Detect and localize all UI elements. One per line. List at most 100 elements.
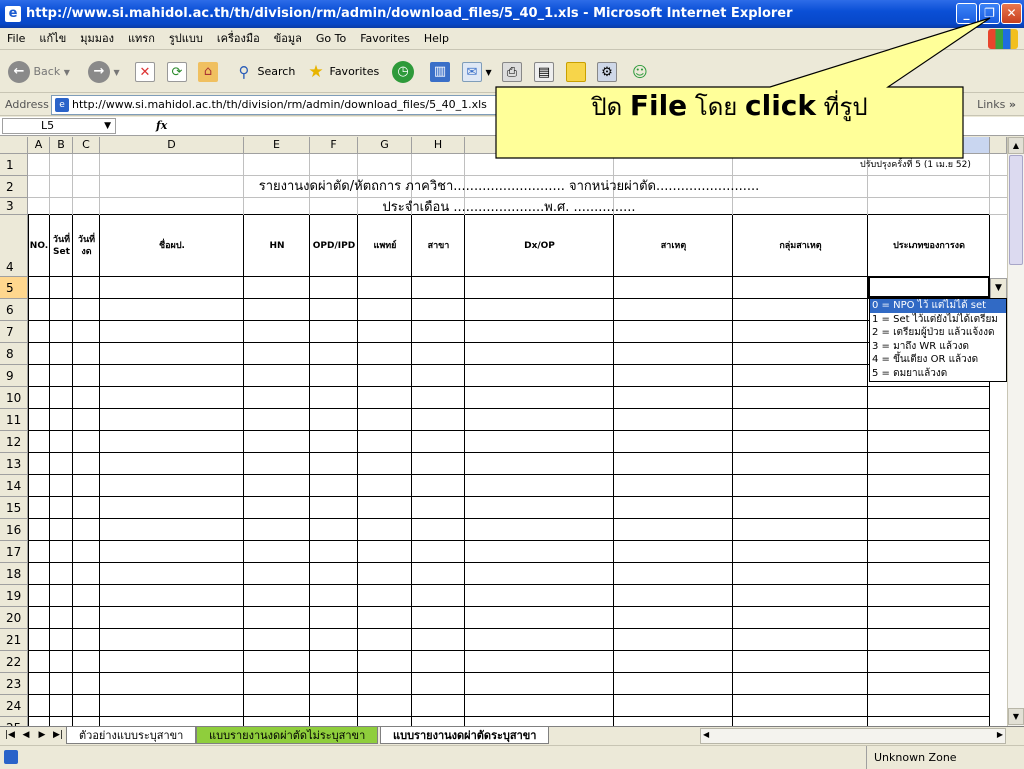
sheet-tab-with-branch[interactable]: แบบรายงานงดผ่าตัดระบุสาขา [380,727,550,744]
favorites-button[interactable]: ★ Favorites [306,59,379,85]
cancel-type-dropdown-list[interactable]: 0 = NPO ไว้ แต่ไม่ได้ set 1 = Set ไว้แต่ย… [869,298,1007,382]
dropdown-option[interactable]: 4 = ขึ้นเตียง OR แล้วงด [870,353,1006,367]
spreadsheet-grid[interactable]: ABCDEFGH 1 2 3 4 5 6 7 8 9 10 11 12 13 14 15 16 17 18 19 20… [0,137,1007,726]
row-header-14[interactable]: 14 [0,475,28,497]
sheet-tab-no-branch[interactable]: แบบรายงานงดผ่าตัดไม่ระบุสาขา [196,727,379,744]
column-header-h[interactable]: H [412,137,465,154]
row-header-7[interactable]: 7 [0,321,28,343]
column-header-c[interactable]: C [73,137,100,154]
menu-data[interactable]: ข้อมูล [267,28,309,50]
dropdown-option[interactable]: 5 = ดมยาแล้วงด [870,367,1006,381]
back-dropdown-icon[interactable]: ▼ [64,68,70,77]
menu-favorites[interactable]: Favorites [353,28,417,50]
column-header-e[interactable]: E [244,137,310,154]
scroll-down-icon[interactable]: ▼ [1008,708,1024,725]
row-header-2[interactable]: 2 [0,176,28,198]
row-header-9[interactable]: 9 [0,365,28,387]
scroll-right-icon[interactable]: ▶ [997,730,1003,739]
menu-file[interactable]: File [0,28,32,50]
function-icon[interactable]: fx [156,119,167,132]
row-header-4[interactable]: 4 [0,215,28,277]
menu-insert[interactable]: แทรก [121,28,162,50]
row-header-15[interactable]: 15 [0,497,28,519]
row-header-12[interactable]: 12 [0,431,28,453]
back-label: Back [33,65,61,78]
research-button[interactable]: ▥ [430,59,450,85]
row-header-23[interactable]: 23 [0,673,28,695]
header-doctor: แพทย์ [373,241,397,251]
minimize-button[interactable]: _ [956,3,977,24]
prev-sheet-icon[interactable]: ◀ [20,730,32,740]
menu-goto[interactable]: Go To [309,28,353,50]
row-header-8[interactable]: 8 [0,343,28,365]
row-header-17[interactable]: 17 [0,541,28,563]
home-button[interactable]: ⌂ [198,59,218,85]
scroll-thumb[interactable] [1009,155,1023,265]
menu-edit[interactable]: แก้ไข [32,28,73,50]
menu-help[interactable]: Help [417,28,456,50]
select-all-corner[interactable] [0,137,28,154]
mail-dropdown-icon[interactable]: ▼ [486,68,492,77]
column-header-g[interactable]: G [358,137,412,154]
column-header[interactable] [990,137,1007,154]
discuss-button[interactable] [566,59,586,85]
restore-button[interactable]: ❐ [979,3,1000,24]
scroll-up-icon[interactable]: ▲ [1008,137,1024,154]
mail-button[interactable]: ✉ ▼ [462,59,492,85]
first-sheet-icon[interactable]: |◀ [4,730,16,740]
messenger-button[interactable]: ☺ [630,59,650,85]
search-button[interactable]: ⚲ Search [234,59,296,85]
row-header-22[interactable]: 22 [0,651,28,673]
vertical-scrollbar[interactable]: ▲ ▼ [1007,137,1024,726]
column-header-a[interactable]: A [28,137,50,154]
edit-button[interactable]: ▤ [534,59,554,85]
row-header-10[interactable]: 10 [0,387,28,409]
active-cell[interactable] [868,276,990,298]
column-header-b[interactable]: B [50,137,73,154]
refresh-button[interactable]: ⟳ [167,59,187,85]
dropdown-arrow-icon[interactable]: ▼ [990,278,1007,299]
row-header-16[interactable]: 16 [0,519,28,541]
next-sheet-icon[interactable]: ▶ [36,730,48,740]
column-header-f[interactable]: F [310,137,358,154]
row-header-6[interactable]: 6 [0,299,28,321]
horizontal-scrollbar[interactable]: ◀ ▶ [700,728,1006,744]
chevron-down-icon[interactable]: ▼ [104,119,111,133]
dropdown-option[interactable]: 3 = มาถึง WR แล้วงด [870,340,1006,354]
back-button[interactable]: ← Back ▼ [8,59,70,85]
row-header-19[interactable]: 19 [0,585,28,607]
row-header-13[interactable]: 13 [0,453,28,475]
links-button[interactable]: Links » [977,98,1016,111]
close-button[interactable]: ✕ [1001,3,1022,24]
row-header-1[interactable]: 1 [0,154,28,176]
sheet-tab-example[interactable]: ตัวอย่างแบบระบุสาขา [66,727,197,744]
name-box[interactable]: L5 ▼ [2,118,116,134]
row-header-18[interactable]: 18 [0,563,28,585]
dropdown-option[interactable]: 0 = NPO ไว้ แต่ไม่ได้ set [870,299,1006,313]
header-no: NO. [29,241,49,251]
last-sheet-icon[interactable]: ▶| [52,730,64,740]
menu-view[interactable]: มุมมอง [73,28,121,50]
row-header-21[interactable]: 21 [0,629,28,651]
row-header-5[interactable]: 5 [0,277,28,299]
print-button[interactable]: ⎙ [502,59,522,85]
dropdown-option[interactable]: 2 = เตรียมผู้ป่วย แล้วแจ้งงด [870,326,1006,340]
forward-button[interactable]: → ▼ [88,59,120,85]
messenger-tools-button[interactable]: ⚙ [597,59,617,85]
row-header-3[interactable]: 3 [0,198,28,215]
dropdown-option[interactable]: 1 = Set ไว้แต่ยังไม่ได้เตรียม [870,313,1006,327]
research-icon: ▥ [430,62,450,82]
history-icon: ◷ [392,61,414,83]
row-header-20[interactable]: 20 [0,607,28,629]
column-header-d[interactable]: D [100,137,244,154]
row-header-24[interactable]: 24 [0,695,28,717]
history-button[interactable]: ◷ [392,59,414,85]
forward-dropdown-icon[interactable]: ▼ [114,68,120,77]
row-header-11[interactable]: 11 [0,409,28,431]
row-header-25[interactable]: 25 [0,717,28,726]
stop-button[interactable]: ✕ [135,59,155,85]
menu-tools[interactable]: เครื่องมือ [210,28,267,50]
scroll-left-icon[interactable]: ◀ [703,730,709,739]
chevron-right-icon: » [1008,98,1016,111]
menu-format[interactable]: รูปแบบ [162,28,210,50]
